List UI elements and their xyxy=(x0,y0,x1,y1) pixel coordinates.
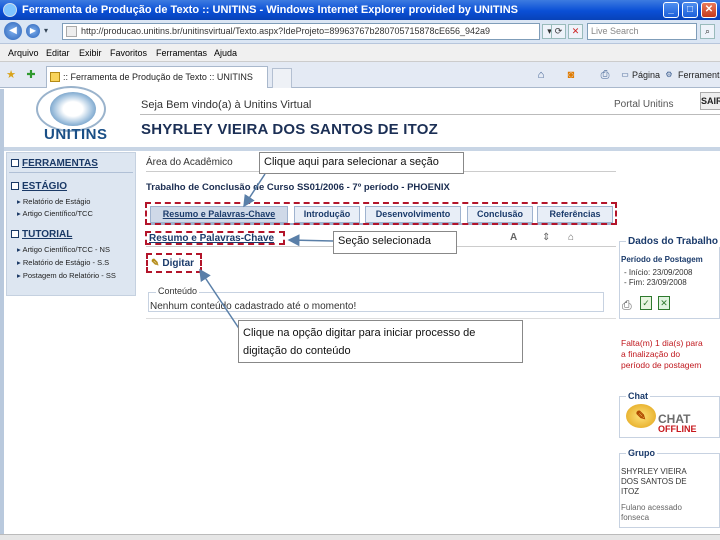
print-doc-icon[interactable]: ⎙ xyxy=(622,298,632,313)
periodo-inicio: - Início: 23/09/2008 xyxy=(624,268,693,277)
callout-arrows xyxy=(199,173,334,331)
arrow-section xyxy=(287,234,334,247)
arrow-digitar xyxy=(199,268,241,331)
callout-digitar: Clique na opção digitar para iniciar pro… xyxy=(238,320,523,363)
grupo-title: Grupo xyxy=(626,448,657,458)
callout-select-section: Clique aqui para selecionar a seção xyxy=(259,152,464,174)
chat-status: OFFLINE xyxy=(658,424,697,434)
arrow-tabs xyxy=(243,173,266,208)
grupo-member-l5: fonseca xyxy=(621,513,650,522)
grupo-member-l1: SHYRLEY VIEIRA xyxy=(621,467,687,476)
chat-title: Chat xyxy=(626,391,650,401)
periodo-label: Período de Postagem xyxy=(621,255,703,264)
alert-line-1: Falta(m) 1 dia(s) para xyxy=(621,338,703,348)
periodo-fim: - Fim: 23/09/2008 xyxy=(624,278,687,287)
grupo-member-l3: ITOZ xyxy=(621,487,640,496)
status-bar xyxy=(0,534,720,540)
grupo-member-l2: DOS SANTOS DE xyxy=(621,477,687,486)
export-word-icon[interactable]: ✓ xyxy=(640,296,652,310)
callout-selected-section: Seção selecionada xyxy=(333,231,457,254)
chat-bubble-icon[interactable]: ✎ xyxy=(626,404,656,428)
export-excel-icon[interactable]: ✕ xyxy=(658,296,670,310)
alert-line-3: período de postagem xyxy=(621,360,702,370)
dados-trabalho-title: Dados do Trabalho xyxy=(626,236,720,247)
grupo-member-l4: Fulano acessado xyxy=(621,503,682,512)
alert-line-2: a finalização do xyxy=(621,349,681,359)
